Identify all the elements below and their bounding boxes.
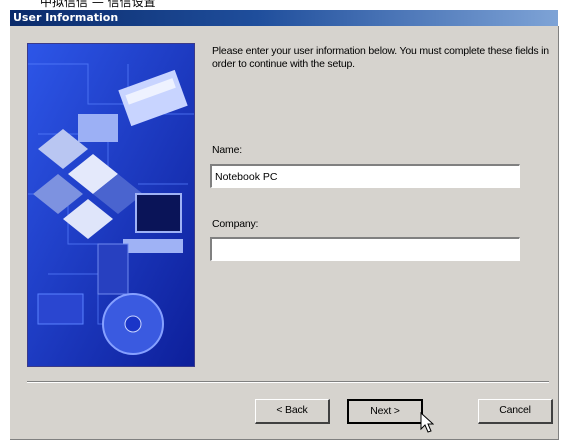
cropped-caption-text: 中拟信信 — 信信设置 xyxy=(40,0,156,9)
window-title: User Information xyxy=(13,11,119,24)
next-button[interactable]: Next > xyxy=(347,399,423,424)
mouse-pointer-icon xyxy=(420,412,434,433)
setup-banner-image xyxy=(27,43,195,367)
setup-dialog: Please enter your user information below… xyxy=(10,26,559,440)
name-input[interactable] xyxy=(210,164,520,188)
title-bar: User Information xyxy=(10,10,558,26)
cancel-button[interactable]: Cancel xyxy=(478,399,553,424)
separator-highlight xyxy=(27,382,549,383)
intro-text: Please enter your user information below… xyxy=(212,45,549,70)
company-label: Company: xyxy=(212,218,259,230)
back-button[interactable]: < Back xyxy=(255,399,330,424)
cropped-caption: 中拟信信 — 信信设置 xyxy=(0,0,564,10)
company-input[interactable] xyxy=(210,237,520,261)
name-label: Name: xyxy=(212,144,242,156)
